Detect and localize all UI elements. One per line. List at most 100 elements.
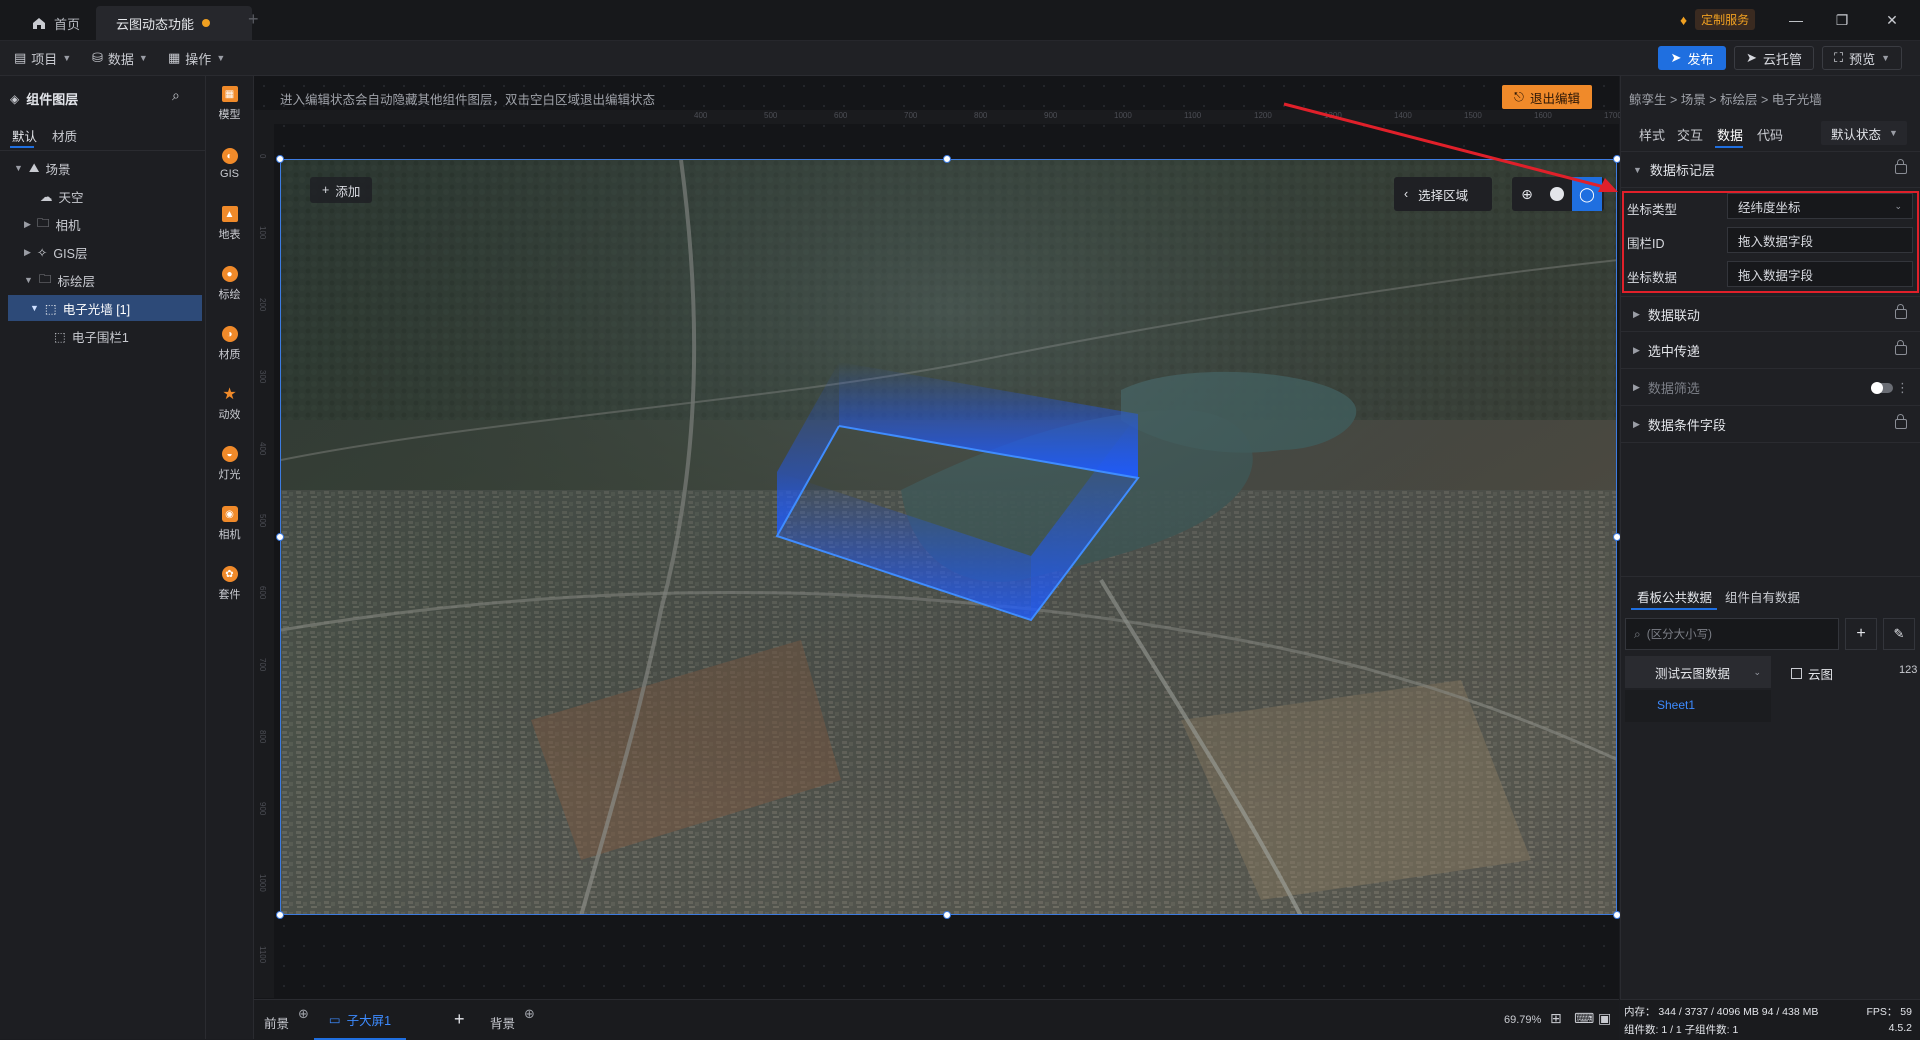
tab-interaction[interactable]: 交互 [1677, 125, 1703, 144]
menu-project[interactable]: ▤ 项目 ▼ [14, 47, 71, 69]
annotation-arrow [1283, 102, 1618, 192]
search-icon[interactable]: ⌕ [172, 87, 180, 104]
terminal-icon[interactable]: ▣ [1598, 1010, 1611, 1027]
layers-tab-default[interactable]: 默认 [12, 126, 37, 145]
tool-camera[interactable]: ◉ 相机 [206, 496, 253, 552]
more-icon[interactable]: ⋮ [1896, 380, 1909, 396]
new-tab-button[interactable]: + [248, 9, 259, 30]
lock-icon[interactable] [1895, 159, 1907, 174]
background-tab[interactable]: 背景 [490, 1013, 515, 1032]
tool-terrain[interactable]: ▲ 地表 [206, 196, 253, 252]
layers-tab-material[interactable]: 材质 [52, 126, 77, 145]
premium-service[interactable]: ♦ 定制服务 [1680, 9, 1756, 30]
resize-handle[interactable] [943, 155, 951, 163]
minimize-button[interactable]: — [1780, 8, 1812, 32]
preview-label: 预览 [1849, 51, 1876, 67]
tab-data[interactable]: 数据 [1717, 125, 1743, 144]
dataset-select[interactable]: 测试云图数据 ⌄ [1625, 656, 1771, 688]
add-button[interactable]: + 添加 [310, 177, 373, 203]
checkbox-icon[interactable] [1791, 668, 1802, 679]
section-selected-pass[interactable]: ▶ 选中传递 [1621, 333, 1920, 369]
ruler-tick-label: 600 [258, 586, 267, 600]
tree-item-scene[interactable]: ▼ ⛰ 场景 [0, 155, 219, 181]
foreground-tab[interactable]: 前景 [264, 1013, 289, 1032]
restore-button[interactable]: ❐ [1826, 8, 1858, 32]
dataset-item[interactable]: 云图 [1791, 664, 1833, 683]
add-screen-button[interactable]: + [454, 1009, 465, 1030]
data-search-input[interactable]: ⌕ (区分大小写) [1625, 618, 1839, 650]
resize-handle[interactable] [276, 911, 284, 919]
tree-item-light-wall[interactable]: ▼ ⬚ 电子光墙 [1] [8, 295, 202, 321]
tool-model[interactable]: ▦ 模型 [206, 76, 253, 132]
add-data-button[interactable]: + [1845, 618, 1877, 650]
coord-data-field[interactable]: 拖入数据字段 [1727, 261, 1913, 287]
state-select-label: 默认状态 [1831, 127, 1882, 142]
cloud-host-button[interactable]: ➤ 云托管 [1734, 46, 1814, 70]
menu-data[interactable]: ⛁ 数据 ▼ [92, 47, 148, 69]
tab-style[interactable]: 样式 [1639, 125, 1665, 144]
edit-data-button[interactable]: ✎ [1883, 618, 1915, 650]
tree-item-plot-layer[interactable]: ▼ 🗀 标绘层 [0, 267, 229, 293]
fence-id-field[interactable]: 拖入数据字段 [1727, 227, 1913, 253]
keyboard-icon[interactable]: ⌨ [1574, 1010, 1594, 1027]
version: 4.5.2 [1888, 1022, 1912, 1034]
ruler-tick-label: 500 [764, 111, 778, 120]
tree-label: GIS层 [53, 246, 88, 261]
fit-screen-icon[interactable]: ⊞ [1550, 1010, 1562, 1027]
sheet-row[interactable] [1625, 690, 1771, 722]
lock-icon[interactable] [1895, 340, 1907, 355]
home-icon [33, 17, 45, 29]
section-data-filter[interactable]: ▶ 数据筛选 ⋮ [1621, 370, 1920, 406]
state-select[interactable]: 默认状态 ▼ [1821, 121, 1907, 145]
preview-button[interactable]: ⛶ 预览 ▼ [1822, 46, 1902, 70]
tool-plot[interactable]: ● 标绘 [206, 256, 253, 312]
sheet-label[interactable]: Sheet1 [1657, 698, 1695, 712]
close-window-button[interactable]: ✕ [1876, 8, 1908, 32]
tool-light[interactable]: ◒ 灯光 [206, 436, 253, 492]
caret-right-icon: ▶ [1633, 345, 1640, 355]
section-data-condition[interactable]: ▶ 数据条件字段 [1621, 407, 1920, 443]
tool-kit[interactable]: ✿ 套件 [206, 556, 253, 612]
tool-material[interactable]: ◑ 材质 [206, 316, 253, 372]
resize-handle[interactable] [943, 911, 951, 919]
caret-right-icon: ▶ [24, 246, 31, 257]
tree-item-camera[interactable]: ▶ 🗀 相机 [0, 211, 229, 237]
screen-bar: 前景 ⊕ ▭ 子大屏1 + 背景 ⊕ 69.79% ⊞ ⌨ ▣ [254, 999, 1619, 1040]
material-icon: ◑ [221, 326, 238, 342]
sky-icon: ☁ [40, 189, 53, 204]
tab-public-data[interactable]: 看板公共数据 [1637, 587, 1712, 606]
resize-handle[interactable] [276, 533, 284, 541]
fence-id-value: 拖入数据字段 [1738, 234, 1814, 249]
tool-gis[interactable]: ◐ GIS [206, 136, 253, 192]
database-icon: ⛁ [92, 50, 103, 65]
section-data-markup[interactable]: ▼ 数据标记层 [1621, 152, 1920, 188]
coord-type-select[interactable]: 经纬度坐标 ⌄ [1727, 193, 1913, 219]
tree-item-gis[interactable]: ▶ ✧ GIS层 [0, 239, 229, 265]
add-foreground-icon[interactable]: ⊕ [298, 1006, 309, 1022]
lock-icon[interactable] [1895, 304, 1907, 319]
folder-icon: 🗀 [38, 271, 52, 286]
tab-code[interactable]: 代码 [1757, 125, 1783, 144]
component-count: 组件数: 1 / 1 子组件数: 1 [1624, 1024, 1739, 1036]
menu-operate[interactable]: ▦ 操作 ▼ [168, 47, 225, 69]
screen-tab-active[interactable]: ▭ 子大屏1 [314, 1000, 406, 1040]
zoom-level[interactable]: 69.79% [1504, 1014, 1541, 1026]
folder-icon: 🗀 [36, 215, 50, 230]
tool-effect[interactable]: ★ 动效 [206, 376, 253, 432]
globe-icon: ◐ [221, 148, 238, 164]
dataset-item-label: 云图 [1808, 668, 1834, 682]
add-background-icon[interactable]: ⊕ [524, 1006, 535, 1022]
publish-button[interactable]: ➤ 发布 [1658, 46, 1726, 70]
tab-own-data[interactable]: 组件自有数据 [1725, 587, 1800, 606]
lock-icon[interactable] [1895, 414, 1907, 429]
tab-current[interactable]: 云图动态功能 [96, 6, 252, 40]
filter-toggle[interactable] [1871, 382, 1893, 394]
document-icon: ▤ [14, 50, 27, 65]
section-data-link[interactable]: ▶ 数据联动 [1621, 296, 1920, 332]
tab-home[interactable]: 首页 [14, 6, 98, 40]
ruler-tick-label: 1200 [1254, 111, 1272, 120]
resize-handle[interactable] [276, 155, 284, 163]
ruler-tick-label: 1100 [1184, 111, 1202, 120]
map-viewport[interactable] [280, 159, 1617, 915]
edit-notice: 进入编辑状态会自动隐藏其他组件图层，双击空白区域退出编辑状态 [280, 93, 656, 107]
